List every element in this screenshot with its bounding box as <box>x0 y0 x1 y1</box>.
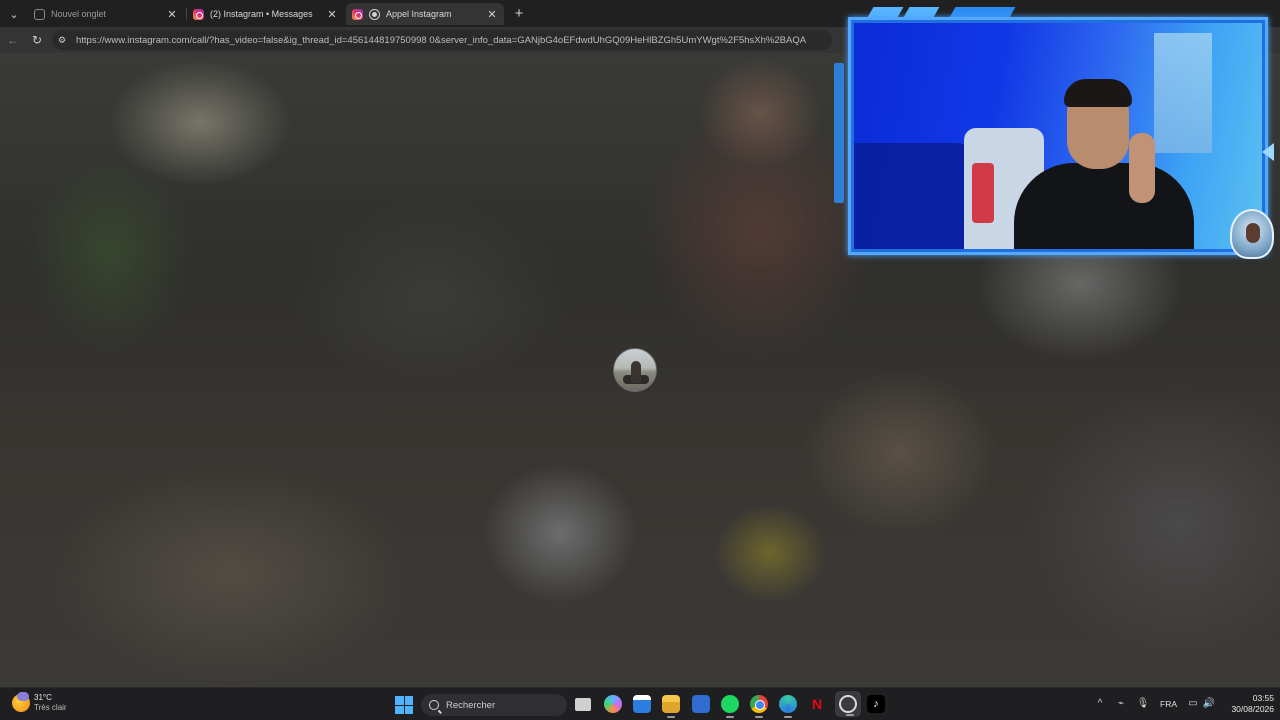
edge-icon[interactable] <box>779 695 797 718</box>
netflix-icon[interactable]: N <box>808 695 826 713</box>
file-explorer-icon[interactable] <box>662 695 680 718</box>
webcam-video <box>854 23 1262 249</box>
taskbar: 31°C Très clair Rechercher N ♪ ^ ⌁ 🎙 FRA… <box>0 687 1280 720</box>
tab-instagram-messages[interactable]: (2) Instagram • Messages ✕ <box>187 3 344 25</box>
tab-close-icon[interactable]: ✕ <box>166 8 178 21</box>
tab-instagram-call[interactable]: Appel Instagram ✕ <box>346 3 504 25</box>
weather-icon <box>12 692 30 712</box>
start-button[interactable] <box>395 696 413 714</box>
instagram-icon <box>352 8 363 20</box>
caller-avatar[interactable] <box>613 348 657 392</box>
page-icon <box>34 8 45 20</box>
screen: ⌄ Nouvel onglet ✕ (2) Instagram • Messag… <box>0 0 1280 720</box>
search-placeholder: Rechercher <box>446 699 496 711</box>
tray-overflow-chevron-icon[interactable]: ^ <box>1093 696 1107 712</box>
tiktok-icon[interactable]: ♪ <box>867 695 885 713</box>
avatar-figure <box>631 361 641 383</box>
spotify-icon[interactable] <box>721 695 739 718</box>
tray-network-off-icon[interactable]: ⌁ <box>1114 696 1128 712</box>
taskbar-search[interactable]: Rechercher <box>421 694 567 716</box>
tab-search-chevron-icon[interactable]: ⌄ <box>4 4 24 24</box>
tab-close-icon[interactable]: ✕ <box>326 8 338 21</box>
new-tab-button[interactable]: + <box>510 5 528 23</box>
address-bar[interactable]: ⚙ https://www.instagram.com/call/?has_vi… <box>52 30 832 50</box>
overlay-triangle <box>1262 143 1274 161</box>
site-info-icon[interactable]: ⚙ <box>58 35 68 45</box>
clock-date: 30/08/2026 <box>1231 704 1274 714</box>
system-clock[interactable]: 03:55 30/08/2026 <box>1222 693 1274 715</box>
copilot-icon[interactable] <box>604 695 622 713</box>
tab-new-tab[interactable]: Nouvel onglet ✕ <box>28 3 184 25</box>
instagram-icon <box>193 8 204 20</box>
display-icon[interactable]: ▭ <box>1186 696 1200 712</box>
mail-icon[interactable] <box>692 695 710 713</box>
windows-logo-tile <box>395 696 404 705</box>
streamer-badge-avatar <box>1230 209 1274 259</box>
microphone-icon[interactable]: 🎙 <box>1136 696 1150 712</box>
url-text: https://www.instagram.com/call/?has_vide… <box>76 34 807 46</box>
volume-icon[interactable]: 🔊 <box>1202 696 1216 712</box>
tab-title: Appel Instagram <box>386 9 452 19</box>
webcam-window <box>1154 33 1212 153</box>
webcam-chair-stripe <box>972 163 994 223</box>
language-indicator[interactable]: FRA <box>1160 699 1177 709</box>
weather-temperature: 31°C <box>34 693 52 702</box>
overlay-left-bar <box>834 63 844 203</box>
recording-icon <box>369 8 380 20</box>
clock-time: 03:55 <box>1252 693 1274 703</box>
webcam-overlay <box>834 3 1280 261</box>
webcam-person-body <box>1014 163 1194 249</box>
weather-text: 31°C Très clair <box>34 693 67 713</box>
obs-icon[interactable] <box>839 695 857 716</box>
task-view-icon[interactable] <box>575 698 591 711</box>
store-icon[interactable] <box>633 695 651 713</box>
windows-logo-tile <box>404 696 413 705</box>
chrome-icon[interactable] <box>750 695 768 718</box>
tab-title: (2) Instagram • Messages <box>210 9 313 19</box>
windows-logo-tile <box>404 705 413 714</box>
webcam-frame <box>848 17 1268 255</box>
reload-icon[interactable]: ↻ <box>28 31 46 49</box>
webcam-person-hair <box>1064 79 1132 107</box>
search-icon <box>429 700 439 710</box>
webcam-person-hand <box>1129 133 1155 203</box>
tab-close-icon[interactable]: ✕ <box>486 8 498 21</box>
back-arrow-icon[interactable]: ← <box>4 31 22 49</box>
tab-title: Nouvel onglet <box>51 9 107 19</box>
weather-widget[interactable]: 31°C Très clair <box>12 692 67 713</box>
windows-logo-tile <box>395 705 404 714</box>
weather-condition: Très clair <box>34 703 67 712</box>
